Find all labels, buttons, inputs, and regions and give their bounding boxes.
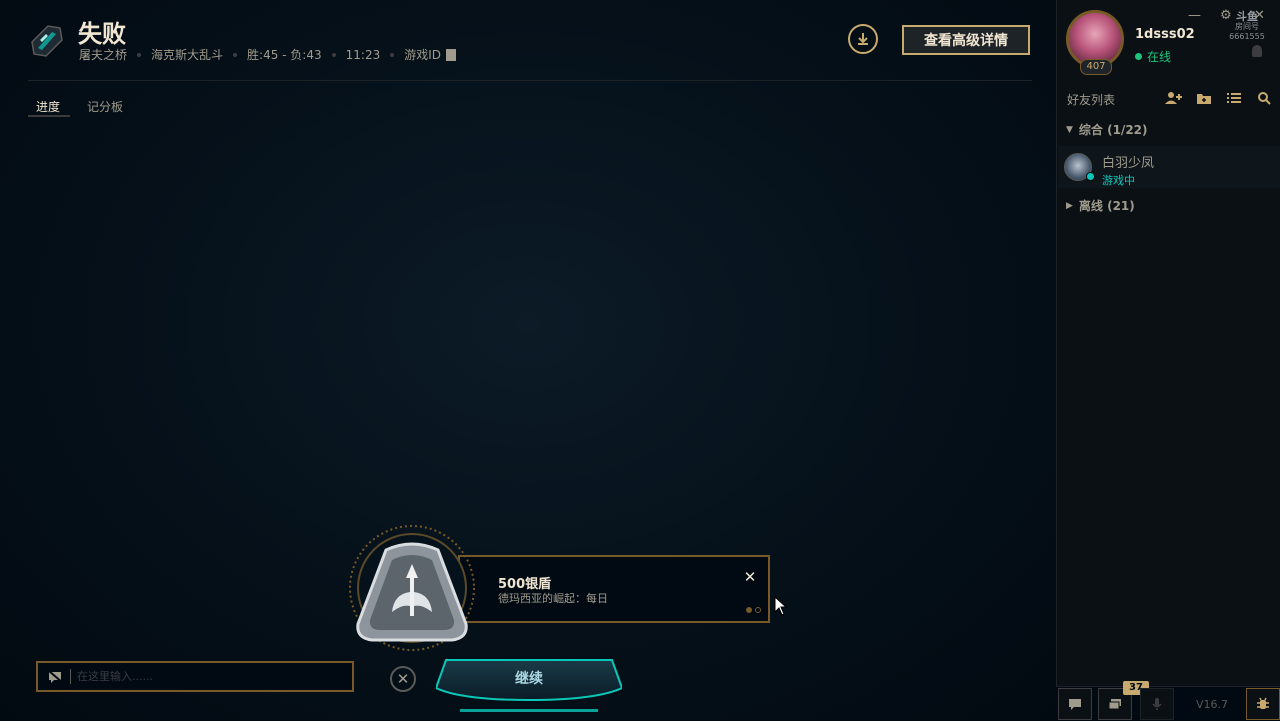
tab-progress[interactable]: 进度: [36, 98, 60, 115]
group-label: 综合 (1/22): [1078, 123, 1148, 137]
friend-group-general[interactable]: ▼ 综合 (1/22): [1066, 121, 1148, 138]
game-id-label: 游戏ID: [404, 48, 441, 62]
chat-input[interactable]: [70, 669, 319, 684]
friends-list-header: 好友列表: [1067, 93, 1116, 107]
add-friend-icon[interactable]: [1165, 91, 1182, 105]
bug-report-button[interactable]: [1246, 688, 1280, 720]
friend-group-offline[interactable]: ▶ 离线 (21): [1066, 197, 1135, 214]
social-panel: [1056, 0, 1280, 720]
watermark-room-label: 房间号: [1235, 22, 1259, 31]
online-status[interactable]: 在线: [1135, 48, 1171, 65]
copy-icon[interactable]: [446, 48, 456, 61]
search-icon[interactable]: [1256, 91, 1272, 105]
active-tab-underline: [28, 115, 70, 117]
header-divider: [28, 80, 1032, 81]
minimize-icon[interactable]: —: [1188, 8, 1201, 23]
chat-input-box: [36, 661, 354, 692]
chevron-right-icon: ▶: [1066, 200, 1073, 211]
chat-icon: [1069, 699, 1081, 710]
separator-dot: [390, 52, 395, 57]
watermark-logo: 斗鱼: [1236, 10, 1258, 23]
post-game-main: 失败 屠夫之桥 海克斯大乱斗 胜:45 - 负:43 11:23 游戏ID 查看…: [0, 0, 1056, 720]
list-view-icon[interactable]: [1226, 91, 1242, 105]
username[interactable]: 1dsss02: [1135, 27, 1195, 42]
bell-icon[interactable]: [1252, 45, 1262, 57]
status-label: 在线: [1147, 50, 1172, 64]
map-name: 屠夫之桥: [79, 48, 128, 62]
voice-button[interactable]: [1140, 688, 1174, 720]
microphone-icon: [1152, 698, 1162, 710]
stream-watermark: 斗鱼 房间号 6661555: [1228, 10, 1266, 42]
game-mode: 海克斯大乱斗: [151, 48, 224, 62]
chat-button[interactable]: [1058, 688, 1092, 720]
separator-dot: [233, 52, 238, 57]
notification-stack-icon: [1108, 699, 1121, 710]
add-folder-icon[interactable]: [1196, 91, 1212, 105]
chat-muted-icon[interactable]: [48, 670, 64, 683]
game-mode-icon: [31, 25, 63, 57]
client-version: V16.7: [1196, 698, 1229, 711]
friend-name: 白羽少凤: [1102, 156, 1155, 171]
game-duration: 11:23: [345, 47, 381, 62]
separator-dot: [331, 52, 336, 57]
watermark-room-number: 6661555: [1229, 32, 1265, 41]
separator-dot: [137, 52, 142, 57]
level-badge: 407: [1080, 59, 1112, 75]
continue-label[interactable]: 继续: [436, 668, 622, 688]
page-dot[interactable]: [755, 607, 761, 613]
reward-subtitle: 德玛西亚的崛起：每日: [498, 592, 608, 605]
win-loss-record: 胜:45 - 负:43: [247, 48, 322, 62]
game-result-title: 失败: [78, 20, 126, 48]
tab-scoreboard[interactable]: 记分板: [87, 98, 123, 115]
friend-status-dot: [1086, 172, 1095, 181]
download-button[interactable]: [848, 24, 878, 54]
chevron-down-icon: ▼: [1066, 124, 1073, 135]
silver-shield-medal-icon: [349, 525, 475, 651]
download-icon: [858, 33, 868, 45]
close-icon[interactable]: ✕: [742, 569, 758, 585]
exit-button[interactable]: ✕: [390, 666, 416, 692]
friend-status: 游戏中: [1102, 174, 1135, 187]
group-label: 离线 (21): [1078, 199, 1135, 213]
game-meta: 屠夫之桥 海克斯大乱斗 胜:45 - 负:43 11:23 游戏ID: [79, 46, 456, 63]
advanced-details-button[interactable]: 查看高级详情: [902, 25, 1030, 55]
status-dot: [1135, 53, 1142, 60]
page-dot-active[interactable]: [746, 607, 752, 613]
reward-pagination: [746, 607, 761, 613]
bug-icon: [1257, 697, 1269, 709]
continue-progress-bar: [460, 709, 598, 712]
close-icon: ✕: [396, 670, 410, 688]
mouse-cursor-icon: [774, 596, 788, 616]
